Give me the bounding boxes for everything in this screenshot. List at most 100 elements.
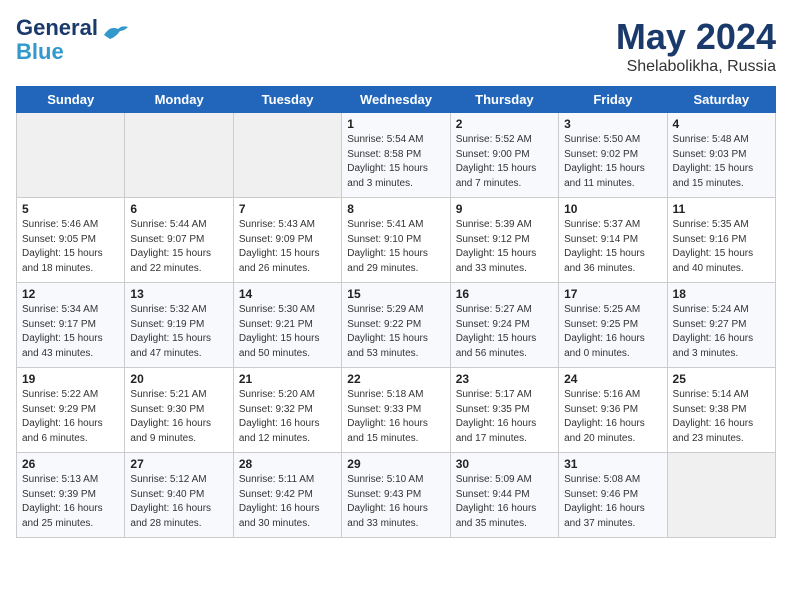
- day-info: Sunrise: 5:25 AM Sunset: 9:25 PM Dayligh…: [564, 303, 661, 361]
- day-number: 18: [673, 287, 770, 301]
- day-number: 24: [564, 372, 661, 386]
- calendar-table: SundayMondayTuesdayWednesdayThursdayFrid…: [16, 86, 776, 538]
- day-info: Sunrise: 5:50 AM Sunset: 9:02 PM Dayligh…: [564, 133, 661, 191]
- day-info: Sunrise: 5:35 AM Sunset: 9:16 PM Dayligh…: [673, 218, 770, 276]
- day-number: 6: [130, 202, 227, 216]
- calendar-cell: 5 Sunrise: 5:46 AM Sunset: 9:05 PM Daylig…: [17, 198, 125, 283]
- day-info: Sunrise: 5:14 AM Sunset: 9:38 PM Dayligh…: [673, 388, 770, 446]
- day-info: Sunrise: 5:32 AM Sunset: 9:19 PM Dayligh…: [130, 303, 227, 361]
- day-info: Sunrise: 5:11 AM Sunset: 9:42 PM Dayligh…: [239, 473, 336, 531]
- calendar-cell: 9Sunrise: 5:39 AM Sunset: 9:12 PM Daylig…: [450, 198, 558, 283]
- day-number: 27: [130, 457, 227, 471]
- calendar-week-row: 26 Sunrise: 5:13 AM Sunset: 9:39 PM Dayli…: [17, 453, 776, 538]
- day-info: Sunrise: 5:18 AM Sunset: 9:33 PM Dayligh…: [347, 388, 444, 446]
- calendar-cell: 10Sunrise: 5:37 AM Sunset: 9:14 PM Dayli…: [559, 198, 667, 283]
- calendar-cell: 12Sunrise: 5:34 AM Sunset: 9:17 PM Dayli…: [17, 283, 125, 368]
- calendar-cell: 15Sunrise: 5:29 AM Sunset: 9:22 PM Dayli…: [342, 283, 450, 368]
- title-block: May 2024 Shelabolikha, Russia: [616, 16, 776, 76]
- calendar-cell: 3 Sunrise: 5:50 AM Sunset: 9:02 PM Daylig…: [559, 113, 667, 198]
- day-info: Sunrise: 5:48 AM Sunset: 9:03 PM Dayligh…: [673, 133, 770, 191]
- day-number: 17: [564, 287, 661, 301]
- day-number: 10: [564, 202, 661, 216]
- calendar-cell: 14 Sunrise: 5:30 AM Sunset: 9:21 PM Dayli…: [233, 283, 341, 368]
- calendar-cell: 22 Sunrise: 5:18 AM Sunset: 9:33 PM Dayli…: [342, 368, 450, 453]
- calendar-week-row: 12Sunrise: 5:34 AM Sunset: 9:17 PM Dayli…: [17, 283, 776, 368]
- day-info: Sunrise: 5:10 AM Sunset: 9:43 PM Dayligh…: [347, 473, 444, 531]
- day-info: Sunrise: 5:34 AM Sunset: 9:17 PM Dayligh…: [22, 303, 119, 361]
- day-info: Sunrise: 5:16 AM Sunset: 9:36 PM Dayligh…: [564, 388, 661, 446]
- day-info: Sunrise: 5:44 AM Sunset: 9:07 PM Dayligh…: [130, 218, 227, 276]
- calendar-cell: 25 Sunrise: 5:14 AM Sunset: 9:38 PM Dayli…: [667, 368, 775, 453]
- day-number: 9: [456, 202, 553, 216]
- day-number: 22: [347, 372, 444, 386]
- logo-bird-icon: [102, 23, 130, 50]
- month-year-title: May 2024: [616, 16, 776, 58]
- day-number: 30: [456, 457, 553, 471]
- day-number: 1: [347, 117, 444, 131]
- location-title: Shelabolikha, Russia: [616, 58, 776, 76]
- calendar-cell: [17, 113, 125, 198]
- day-info: Sunrise: 5:09 AM Sunset: 9:44 PM Dayligh…: [456, 473, 553, 531]
- calendar-cell: 6 Sunrise: 5:44 AM Sunset: 9:07 PM Daylig…: [125, 198, 233, 283]
- calendar-cell: 31Sunrise: 5:08 AM Sunset: 9:46 PM Dayli…: [559, 453, 667, 538]
- day-number: 3: [564, 117, 661, 131]
- calendar-cell: 13Sunrise: 5:32 AM Sunset: 9:19 PM Dayli…: [125, 283, 233, 368]
- day-info: Sunrise: 5:17 AM Sunset: 9:35 PM Dayligh…: [456, 388, 553, 446]
- calendar-cell: [125, 113, 233, 198]
- day-number: 4: [673, 117, 770, 131]
- day-number: 15: [347, 287, 444, 301]
- day-number: 26: [22, 457, 119, 471]
- calendar-cell: 18 Sunrise: 5:24 AM Sunset: 9:27 PM Dayli…: [667, 283, 775, 368]
- weekday-header: Sunday: [17, 87, 125, 113]
- calendar-cell: 21Sunrise: 5:20 AM Sunset: 9:32 PM Dayli…: [233, 368, 341, 453]
- day-info: Sunrise: 5:13 AM Sunset: 9:39 PM Dayligh…: [22, 473, 119, 531]
- day-info: Sunrise: 5:54 AM Sunset: 8:58 PM Dayligh…: [347, 133, 444, 191]
- day-number: 31: [564, 457, 661, 471]
- day-info: Sunrise: 5:30 AM Sunset: 9:21 PM Dayligh…: [239, 303, 336, 361]
- day-number: 11: [673, 202, 770, 216]
- calendar-cell: 28 Sunrise: 5:11 AM Sunset: 9:42 PM Dayli…: [233, 453, 341, 538]
- day-number: 19: [22, 372, 119, 386]
- weekday-header: Tuesday: [233, 87, 341, 113]
- calendar-cell: 17 Sunrise: 5:25 AM Sunset: 9:25 PM Dayli…: [559, 283, 667, 368]
- day-info: Sunrise: 5:24 AM Sunset: 9:27 PM Dayligh…: [673, 303, 770, 361]
- day-info: Sunrise: 5:22 AM Sunset: 9:29 PM Dayligh…: [22, 388, 119, 446]
- day-number: 23: [456, 372, 553, 386]
- weekday-header: Wednesday: [342, 87, 450, 113]
- day-number: 25: [673, 372, 770, 386]
- weekday-header: Saturday: [667, 87, 775, 113]
- day-number: 14: [239, 287, 336, 301]
- day-info: Sunrise: 5:41 AM Sunset: 9:10 PM Dayligh…: [347, 218, 444, 276]
- calendar-cell: [667, 453, 775, 538]
- calendar-cell: 8 Sunrise: 5:41 AM Sunset: 9:10 PM Daylig…: [342, 198, 450, 283]
- calendar-cell: 1 Sunrise: 5:54 AM Sunset: 8:58 PM Daylig…: [342, 113, 450, 198]
- logo: GeneralBlue: [16, 16, 130, 64]
- day-info: Sunrise: 5:52 AM Sunset: 9:00 PM Dayligh…: [456, 133, 553, 191]
- calendar-cell: 27 Sunrise: 5:12 AM Sunset: 9:40 PM Dayli…: [125, 453, 233, 538]
- calendar-cell: 29 Sunrise: 5:10 AM Sunset: 9:43 PM Dayli…: [342, 453, 450, 538]
- calendar-cell: 26 Sunrise: 5:13 AM Sunset: 9:39 PM Dayli…: [17, 453, 125, 538]
- calendar-week-row: 5 Sunrise: 5:46 AM Sunset: 9:05 PM Daylig…: [17, 198, 776, 283]
- day-number: 16: [456, 287, 553, 301]
- calendar-cell: [233, 113, 341, 198]
- calendar-week-row: 19 Sunrise: 5:22 AM Sunset: 9:29 PM Dayli…: [17, 368, 776, 453]
- calendar-week-row: 1 Sunrise: 5:54 AM Sunset: 8:58 PM Daylig…: [17, 113, 776, 198]
- calendar-cell: 2 Sunrise: 5:52 AM Sunset: 9:00 PM Daylig…: [450, 113, 558, 198]
- calendar-cell: 30 Sunrise: 5:09 AM Sunset: 9:44 PM Dayli…: [450, 453, 558, 538]
- day-number: 29: [347, 457, 444, 471]
- day-info: Sunrise: 5:12 AM Sunset: 9:40 PM Dayligh…: [130, 473, 227, 531]
- day-info: Sunrise: 5:43 AM Sunset: 9:09 PM Dayligh…: [239, 218, 336, 276]
- day-number: 28: [239, 457, 336, 471]
- day-number: 7: [239, 202, 336, 216]
- day-number: 5: [22, 202, 119, 216]
- calendar-cell: 20Sunrise: 5:21 AM Sunset: 9:30 PM Dayli…: [125, 368, 233, 453]
- calendar-cell: 24 Sunrise: 5:16 AM Sunset: 9:36 PM Dayli…: [559, 368, 667, 453]
- calendar-cell: 16Sunrise: 5:27 AM Sunset: 9:24 PM Dayli…: [450, 283, 558, 368]
- weekday-header-row: SundayMondayTuesdayWednesdayThursdayFrid…: [17, 87, 776, 113]
- day-number: 8: [347, 202, 444, 216]
- day-info: Sunrise: 5:21 AM Sunset: 9:30 PM Dayligh…: [130, 388, 227, 446]
- weekday-header: Friday: [559, 87, 667, 113]
- day-info: Sunrise: 5:46 AM Sunset: 9:05 PM Dayligh…: [22, 218, 119, 276]
- logo-text: GeneralBlue: [16, 16, 98, 64]
- day-number: 2: [456, 117, 553, 131]
